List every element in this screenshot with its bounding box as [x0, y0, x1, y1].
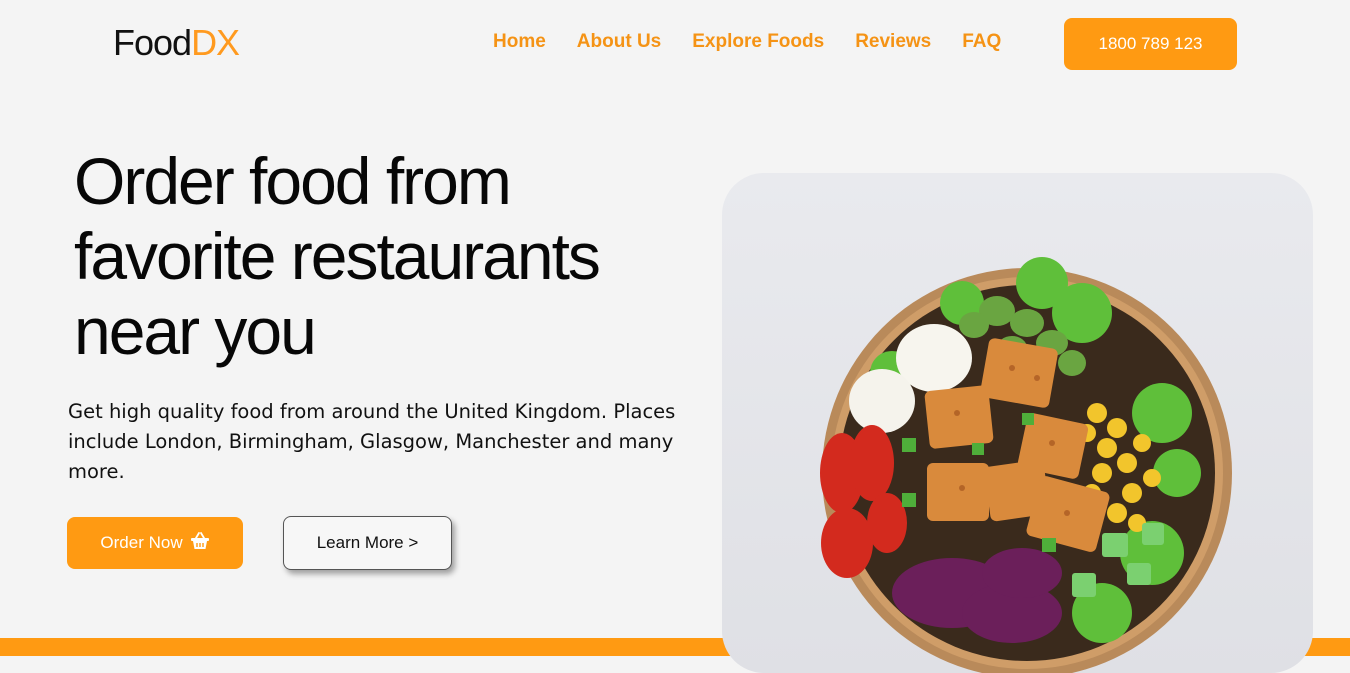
- order-now-label: Order Now: [100, 533, 183, 552]
- phone-button[interactable]: 1800 789 123: [1064, 18, 1237, 70]
- hero-title: Order food from favorite restaurants nea…: [74, 144, 714, 369]
- nav-home[interactable]: Home: [493, 31, 546, 53]
- nav-explore-foods[interactable]: Explore Foods: [692, 31, 824, 53]
- nav-about-us[interactable]: About Us: [577, 31, 661, 53]
- hero-title-line-2: favorite restaurants: [74, 219, 601, 293]
- salad-bowl-image: [722, 173, 1313, 673]
- logo-primary: Food: [113, 22, 192, 63]
- phone-button-label: 1800 789 123: [1098, 34, 1203, 53]
- order-now-button[interactable]: Order Now: [67, 517, 243, 569]
- nav-faq[interactable]: FAQ: [962, 31, 1001, 53]
- hero-title-line-3: near you: [74, 294, 317, 368]
- logo[interactable]: FoodDX: [113, 22, 240, 64]
- hero-title-line-1: Order food from: [74, 144, 512, 218]
- nav-reviews[interactable]: Reviews: [855, 31, 931, 53]
- hero-subtitle: Get high quality food from around the Un…: [68, 400, 676, 483]
- basket-icon: [190, 531, 210, 555]
- main-nav: Home About Us Explore Foods Reviews FAQ: [493, 31, 1032, 53]
- logo-accent: DX: [191, 22, 240, 63]
- learn-more-button[interactable]: Learn More >: [283, 516, 452, 570]
- learn-more-label: Learn More >: [316, 533, 419, 552]
